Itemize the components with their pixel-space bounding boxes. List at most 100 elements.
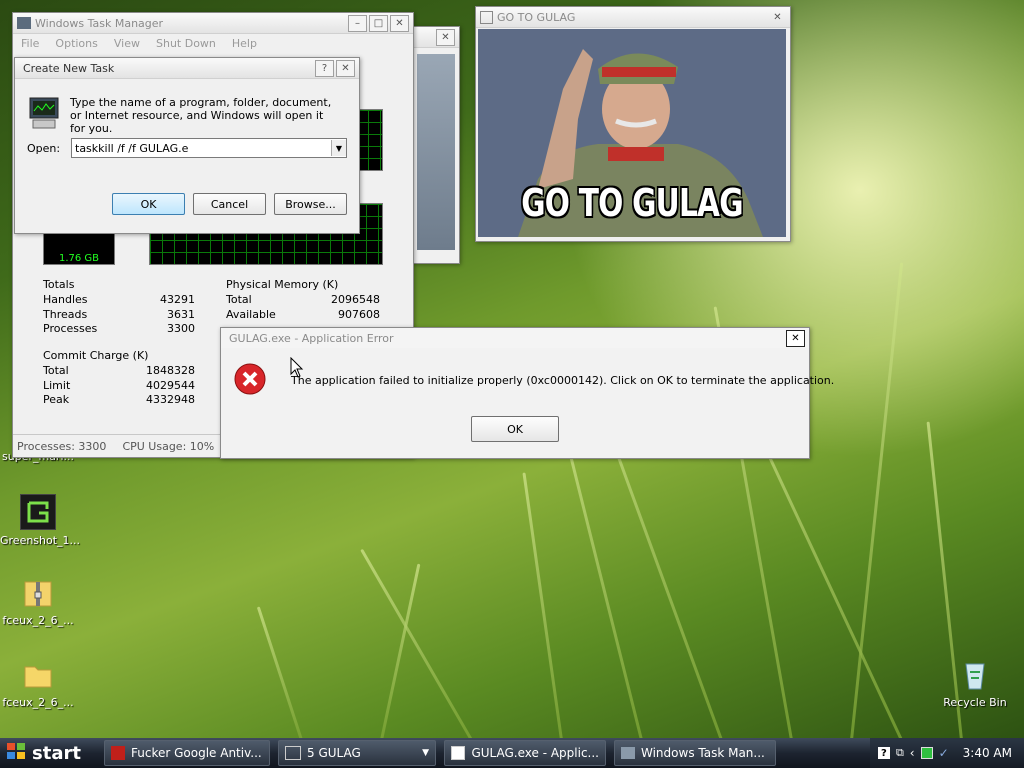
taskbar-item-error[interactable]: GULAG.exe - Applic...: [444, 740, 606, 766]
window-title: Windows Task Manager: [35, 16, 164, 30]
chevron-down-icon[interactable]: ▼: [331, 140, 346, 156]
desktop-icon-recycle-bin[interactable]: Recycle Bin: [937, 658, 1013, 709]
help-icon[interactable]: ?: [877, 747, 890, 759]
system-tray: ? ⧉ ‹ ✓ 3:40 AM: [869, 738, 1024, 768]
error-titlebar: GULAG.exe - Application Error ✕: [221, 328, 809, 348]
pf-usage-value: 1.76 GB: [58, 253, 100, 264]
folder-icon: [21, 658, 55, 692]
stat-label: Processes: [43, 322, 98, 335]
stat-label: Total: [226, 293, 252, 306]
desktop-icon-label: Recycle Bin: [943, 696, 1007, 709]
stat-value: 4332948: [146, 393, 195, 406]
stat-label: Handles: [43, 293, 88, 306]
menu-shut-down[interactable]: Shut Down: [156, 37, 216, 50]
background-window-titlebar: ✕: [413, 27, 459, 48]
task-manager-icon: [621, 747, 635, 759]
start-button[interactable]: start: [0, 738, 96, 768]
taskbar-item-label: Fucker Google Antiv...: [131, 746, 262, 760]
commit-heading: Commit Charge (K): [43, 349, 149, 362]
open-combobox[interactable]: ▼: [71, 138, 347, 158]
chevron-down-icon: ▼: [422, 748, 429, 758]
physical-row: Total 2096548: [226, 293, 380, 308]
stat-value: 2096548: [331, 293, 380, 306]
stat-label: Limit: [43, 378, 71, 392]
clock[interactable]: 3:40 AM: [963, 746, 1012, 760]
desktop-icon-fceux-folder[interactable]: fceux_2_6_...: [0, 658, 76, 709]
desktop-icon-fceux-zip[interactable]: fceux_2_6_...: [0, 576, 76, 627]
status-processes: Processes: 3300: [17, 439, 107, 453]
dialog-description: Type the name of a program, folder, docu…: [70, 96, 332, 135]
physical-heading: Physical Memory (K): [226, 278, 339, 291]
browse-button[interactable]: Browse...: [274, 193, 347, 215]
window-icon: [480, 10, 493, 24]
stat-label: Total: [43, 364, 69, 377]
taskbar-item-label: Windows Task Man...: [641, 746, 765, 760]
minimize-button[interactable]: –: [348, 14, 367, 32]
taskbar-item-gulag-group[interactable]: 5 GULAG ▼: [278, 740, 436, 766]
application-error-dialog[interactable]: GULAG.exe - Application Error ✕ The appl…: [220, 327, 834, 459]
windows-logo-icon: [6, 742, 26, 765]
chevron-left-icon[interactable]: ‹: [910, 746, 915, 760]
stat-label: Available: [226, 307, 276, 321]
create-new-task-dialog[interactable]: Create New Task ? ✕ Type the name of a p…: [14, 57, 360, 234]
close-button[interactable]: ✕: [336, 59, 355, 77]
create-task-titlebar: Create New Task ? ✕: [15, 58, 359, 79]
close-icon[interactable]: ✕: [436, 28, 455, 46]
open-input[interactable]: [72, 140, 331, 156]
greenshot-icon: [20, 494, 56, 530]
commit-row: Limit 4029544: [43, 379, 195, 394]
taskbar: start Fucker Google Antiv... 5 GULAG ▼ G…: [0, 738, 1024, 768]
pf-usage-meter: 1.76 GB: [43, 233, 115, 265]
background-window: ✕: [412, 26, 460, 264]
meme-caption: GO TO GULAG: [521, 181, 743, 225]
close-button[interactable]: ✕: [786, 329, 805, 347]
maximize-button[interactable]: □: [369, 14, 388, 32]
grass-blade: [522, 472, 563, 738]
recycle-bin-icon: [958, 658, 992, 692]
network-icon[interactable]: ✓: [939, 746, 949, 760]
gulag-image-window[interactable]: GO TO GULAG ✕ GO TO GULAG: [475, 6, 791, 242]
background-window-content: [417, 54, 455, 250]
desktop-icon-label: Greenshot_1...: [0, 534, 81, 547]
window-icon: [451, 746, 466, 760]
stat-value: 3631: [167, 307, 195, 321]
grass-blade: [562, 429, 643, 738]
status-cpu-usage: CPU Usage: 10%: [122, 439, 215, 453]
ok-button[interactable]: OK: [112, 193, 185, 215]
app-icon: [111, 746, 125, 760]
tray-app-icon[interactable]: [920, 747, 933, 759]
taskbar-item-task-manager[interactable]: Windows Task Man...: [614, 740, 776, 766]
grass-blade: [850, 262, 904, 738]
cancel-button[interactable]: Cancel: [193, 193, 266, 215]
taskbar-item-label: 5 GULAG: [307, 746, 361, 760]
task-manager-icon: [17, 17, 31, 29]
totals-heading: Totals: [43, 278, 75, 291]
desktop-icon-greenshot[interactable]: Greenshot_1...: [0, 494, 81, 547]
physical-row: Available 907608: [226, 308, 380, 323]
menu-file[interactable]: File: [21, 37, 39, 50]
window-title: GO TO GULAG: [497, 10, 576, 24]
menu-help[interactable]: Help: [232, 37, 257, 50]
restore-icon[interactable]: ⧉: [896, 746, 904, 760]
ok-button[interactable]: OK: [471, 416, 559, 442]
desktop-icon-label: fceux_2_6_...: [2, 696, 74, 709]
help-button[interactable]: ?: [315, 59, 334, 77]
gulag-meme-image: GO TO GULAG: [478, 29, 786, 237]
task-manager-titlebar: Windows Task Manager – □ ✕: [13, 13, 413, 34]
gulag-titlebar: GO TO GULAG ✕: [476, 7, 790, 28]
mouse-cursor: [290, 356, 304, 379]
stat-label: Peak: [43, 393, 70, 406]
dialog-title: GULAG.exe - Application Error: [229, 331, 394, 345]
totals-row: Processes 3300: [43, 322, 195, 337]
close-button[interactable]: ✕: [769, 10, 786, 25]
taskbar-item-label: GULAG.exe - Applic...: [471, 746, 599, 760]
commit-row: Peak 4332948: [43, 393, 195, 408]
close-button[interactable]: ✕: [390, 14, 409, 32]
menu-view[interactable]: View: [114, 37, 140, 50]
stat-value: 1848328: [146, 364, 195, 377]
error-icon: [233, 362, 267, 396]
zip-folder-icon: [21, 576, 55, 610]
taskbar-item-antivirus[interactable]: Fucker Google Antiv...: [104, 740, 270, 766]
menu-options[interactable]: Options: [55, 37, 97, 50]
error-message: The application failed to initialize pro…: [291, 374, 835, 387]
